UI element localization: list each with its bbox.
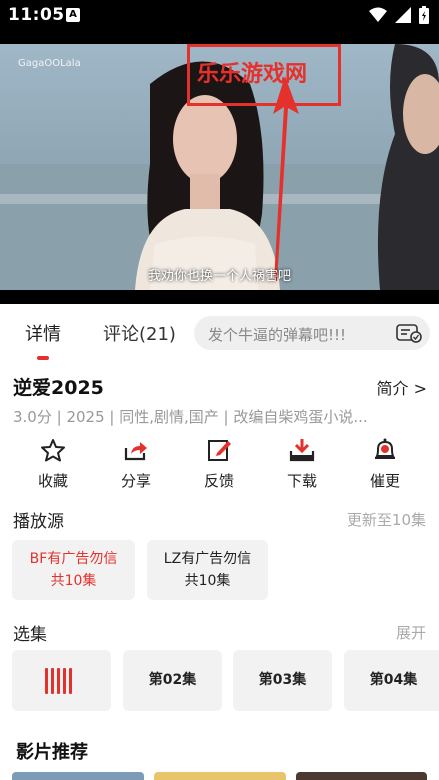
logo-watermark: GagaOOLala [18, 58, 81, 69]
download-button[interactable]: 下载 [272, 436, 332, 491]
feedback-icon [208, 440, 231, 461]
status-icons [369, 6, 429, 24]
episode-01-playing[interactable] [12, 650, 111, 711]
notification-badge-icon: A [66, 8, 80, 22]
bell-icon [375, 438, 395, 459]
recommend-title: 影片推荐 [16, 742, 88, 763]
favorite-button[interactable]: 收藏 [23, 436, 83, 491]
recommend-thumb[interactable] [12, 772, 144, 780]
intro-link[interactable]: 简介 > [377, 375, 428, 399]
video-player[interactable]: GagaOOLala 乐乐游戏网 我劝你也换一个人祸害吧 [0, 32, 439, 304]
episode-03[interactable]: 第03集 [233, 650, 332, 711]
source-option-lz[interactable]: LZ有广告勿信 共10集 [147, 540, 268, 600]
status-bar: 11:05 A [0, 0, 439, 32]
feedback-label: 反馈 [203, 472, 234, 490]
favorite-label: 收藏 [37, 472, 68, 490]
download-icon [289, 439, 315, 462]
detail-tabs: 详情 评论(21) 发个牛逼的弹幕吧!!! [0, 304, 439, 360]
share-button[interactable]: 分享 [106, 436, 166, 491]
remind-update-button[interactable]: 催更 [355, 436, 415, 491]
episode-02[interactable]: 第02集 [123, 650, 222, 711]
danmu-placeholder: 发个牛逼的弹幕吧!!! [208, 326, 347, 344]
tab-details[interactable]: 详情 [25, 320, 61, 346]
show-meta: 3.0分 | 2025 | 同性,剧情,国产 | 改编自柴鸡蛋小说... [13, 408, 368, 426]
red-arrow-annotation [273, 76, 299, 281]
episodes-expand-button[interactable]: 展开 [396, 622, 426, 643]
episodes-title: 选集 [13, 625, 47, 645]
show-title: 逆爱2025 [13, 377, 104, 399]
source-count: 共10集 [50, 573, 97, 589]
source-name: LZ有广告勿信 [163, 551, 252, 567]
status-time: 11:05 [8, 5, 65, 25]
wifi-icon [369, 7, 387, 22]
download-label: 下载 [286, 472, 317, 490]
recommend-thumb[interactable] [154, 772, 286, 780]
action-bar: 收藏 分享 反馈 下载 催更 [0, 436, 439, 496]
tab-comments[interactable]: 评论(21) [103, 320, 176, 346]
source-option-bf[interactable]: BF有广告勿信 共10集 [12, 540, 135, 600]
source-name: BF有广告勿信 [29, 551, 118, 567]
remind-update-label: 催更 [369, 472, 400, 490]
playing-icon [45, 668, 72, 694]
danmu-input[interactable]: 发个牛逼的弹幕吧!!! [194, 316, 430, 350]
source-count: 共10集 [184, 573, 231, 589]
episode-04[interactable]: 第04集 [344, 650, 439, 711]
sources-title: 播放源 [13, 512, 64, 532]
sources-update-note: 更新至10集 [346, 511, 426, 529]
star-icon [41, 439, 65, 462]
battery-icon [419, 6, 429, 24]
tab-active-indicator [37, 356, 49, 360]
recommend-thumb[interactable] [296, 772, 427, 780]
share-label: 分享 [120, 472, 151, 490]
video-subtitle: 我劝你也换一个人祸害吧 [147, 269, 291, 284]
signal-icon [395, 7, 411, 23]
share-icon [124, 442, 147, 461]
danmu-settings-icon[interactable] [396, 323, 422, 343]
feedback-button[interactable]: 反馈 [189, 436, 249, 491]
app-page: 11:05 A GagaOOLala 乐乐游戏网 我劝你也换一个人祸害吧 详情 … [0, 0, 439, 780]
